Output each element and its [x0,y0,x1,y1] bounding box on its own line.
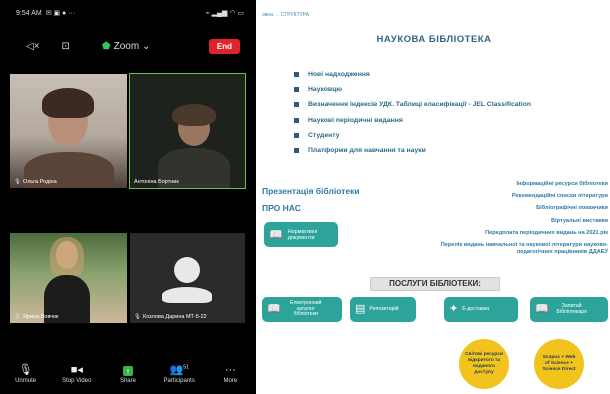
delivery-icon: ✦ [449,302,459,315]
toolbar-label: Stop Video [62,378,92,384]
more-button[interactable]: ··· More [210,364,250,384]
bullet-square-icon [294,147,299,153]
button-label: Репозитарій [369,305,399,312]
participants-icon: 👥51 [169,364,189,376]
bullet-square-icon [294,102,299,108]
zoom-title-label: Zoom [113,40,140,52]
services-heading: ПОСЛУГИ БІБЛІОТЕКИ: [370,277,500,291]
regulatory-documents-button[interactable]: 📖 Нормативні документи [264,222,338,247]
recommended-lists-link[interactable]: Рекомендаційні списки літератури [408,193,608,199]
page-title: НАУКОВА БІБЛІОТЕКА [376,34,492,45]
scopus-wos-link[interactable]: Scopus + Web of Science + Science Direct [534,339,584,389]
share-button[interactable]: ↑ Share [108,366,148,384]
repository-button[interactable]: ▤ Репозитарій [350,297,416,322]
button-label: Е-доставка [462,305,490,312]
muted-mic-icon: 🎙 [14,179,21,185]
menu-item-label: Платформи для навчання та науки [308,146,426,154]
participant-name: Ольга Родіна [22,179,57,185]
world-resources-link[interactable]: Світові ресурси відкритого та наданого д… [459,339,509,389]
library-menu: Нові надходження Науковцю Визначення інд… [294,71,531,162]
muted-mic-icon: 🎙 [134,314,141,320]
menu-item-udc-indexes[interactable]: Визначення індексів УДК. Таблиці класифі… [294,101,531,108]
participant-name: Антоніна Бортник [134,179,179,185]
status-bar: 9:54 AM ✉ ▣ ● ··· ⌁ ▂▄▆ ◠ ▭ [16,7,244,19]
book-icon: 📖 [269,228,283,241]
presentation-link[interactable]: Презентація бібліотеки [262,186,360,196]
toolbar-label: Participants [163,378,195,384]
open-book-icon: 📖 [535,302,549,315]
menu-item-label: Студенту [308,131,340,139]
end-meeting-button[interactable]: End [208,38,240,54]
shield-icon: ⬟ [101,40,111,52]
menu-item-label: Нові надходження [308,71,370,78]
about-us-link[interactable]: ПРО НАС [262,203,360,213]
menu-item-researchers[interactable]: Науковцю [294,86,531,93]
status-time: 9:54 AM [16,10,42,17]
video-tile[interactable]: 🎙 Ольга Родіна [10,74,127,188]
toolbar-label: Share [119,378,136,384]
faculty-publications-link[interactable]: Перелік видань навчальної та наукової лі… [408,242,608,256]
toolbar-label: More [223,378,238,384]
mic-icon: 🎙 [18,364,33,376]
bullet-square-icon [294,132,299,138]
bullet-square-icon [294,72,299,77]
e-catalog-button[interactable]: 📖 Електронний каталог бібліотеки [262,297,342,322]
video-tile-no-video[interactable]: 🎙 Козлова Дарина МТ-5-22 [130,233,245,323]
button-label: Запитай Бібліотекаря [556,302,587,315]
video-icon: ■◂ [70,364,83,376]
more-icon: ··· [224,364,236,376]
zoom-phone-screen: 9:54 AM ✉ ▣ ● ··· ⌁ ▂▄▆ ◠ ▭ ◁× ⊡ ⬟ Zoom ⌄ … [0,0,256,394]
unmute-button[interactable]: 🎙 Unmute [6,363,46,384]
participant-name: Козлова Дарина МТ-5-22 [142,314,207,320]
stop-video-button[interactable]: ■◂ Stop Video [57,363,97,384]
muted-mic-icon: 🎙 [14,314,21,320]
button-label: Електронний каталог бібліотеки [290,300,322,318]
menu-item-label: Наукові періодичні видання [308,116,403,124]
bullet-square-icon [294,87,299,93]
share-icon: ↑ [122,366,134,376]
participants-button[interactable]: 👥51 Participants [159,363,199,384]
zoom-header: ◁× ⊡ ⬟ Zoom ⌄ End [26,36,240,56]
video-tile[interactable]: 🎙 Ярина Вовчок [10,233,127,323]
menu-item-new-arrivals[interactable]: Нові надходження [294,71,531,78]
switch-camera-icon[interactable]: ⊡ [62,41,70,52]
open-book-icon: 📖 [267,302,281,315]
library-website: овна → СТРУКТУРА НАУКОВА БІБЛІОТЕКА Нові… [258,0,610,394]
periodicals-subscription-link[interactable]: Передплата періодичних видань на 2021 рі… [408,230,608,236]
menu-item-students[interactable]: Студенту [294,132,531,139]
bullet-square-icon [294,117,299,123]
menu-item-label: Визначення індексів УДК. Таблиці класифі… [308,101,532,109]
left-links: Презентація бібліотеки ПРО НАС [262,186,360,220]
button-label: Нормативні документи [287,228,318,241]
participants-count: 51 [183,364,189,371]
speaker-icon[interactable]: ◁× [26,41,40,52]
info-resources-link[interactable]: Інформаційні ресурси бібліотеки [408,181,608,187]
signal-icons: ⌁ ▂▄▆ ◠ ▭ [205,10,245,17]
notification-icons: ✉ ▣ ● ··· [45,10,76,17]
toolbar-label: Unmute [15,378,37,384]
breadcrumb[interactable]: овна → СТРУКТУРА [262,12,309,18]
right-links: Інформаційні ресурси бібліотеки Рекоменд… [408,181,608,262]
virtual-exhibitions-link[interactable]: Віртуальні виставки [408,218,608,224]
meeting-title-dropdown[interactable]: ⬟ Zoom ⌄ [102,41,150,52]
menu-item-platforms[interactable]: Платформи для навчання та науки [294,147,531,154]
screen-icon: ▤ [355,302,366,315]
bibliographic-indexes-link[interactable]: Бібліографічні покажчики [408,205,608,211]
circle-label: Scopus + Web of Science + Science Direct [542,355,576,372]
participant-name: Ярина Вовчок [22,314,59,320]
ask-librarian-button[interactable]: 📖 Запитай Бібліотекаря [530,297,608,322]
e-delivery-button[interactable]: ✦ Е-доставка [444,297,518,322]
video-tile-active-speaker[interactable]: Антоніна Бортник [129,73,246,189]
meeting-toolbar: 🎙 Unmute ■◂ Stop Video ↑ Share 👥51 Participa… [0,354,256,394]
menu-item-periodicals[interactable]: Наукові періодичні видання [294,117,531,124]
circle-label: Світові ресурси відкритого та наданого д… [465,352,503,375]
menu-item-label: Науковцю [308,86,343,94]
